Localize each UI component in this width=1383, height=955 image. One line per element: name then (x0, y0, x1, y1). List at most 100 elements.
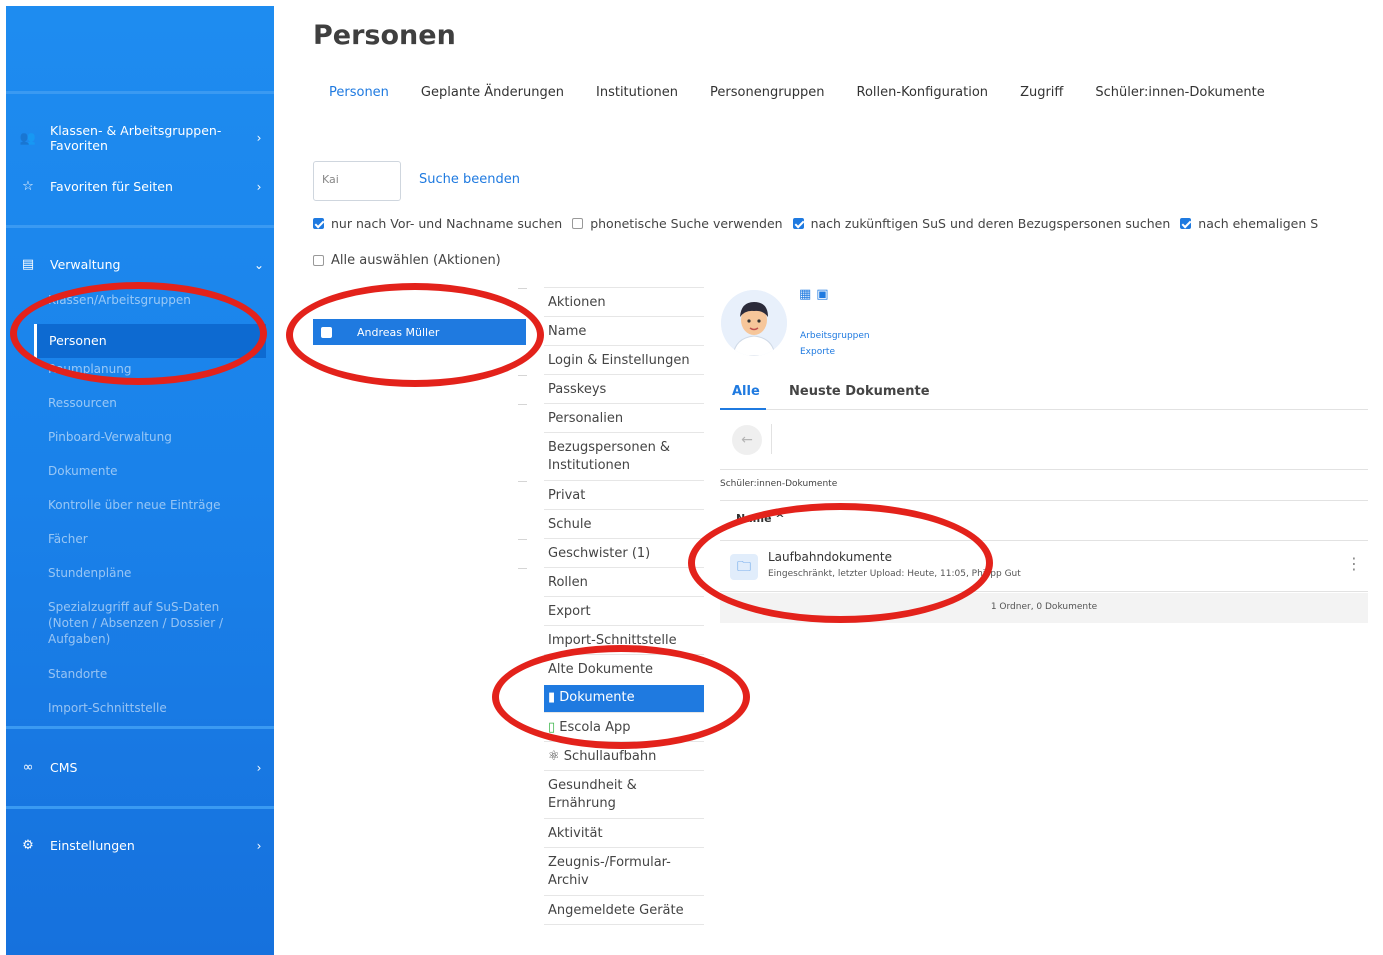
breadcrumb[interactable]: Schüler:innen-Dokumente (720, 479, 837, 489)
sidebar-item-class-favorites[interactable]: 👥 Klassen- & Arbeitsgruppen- Favoriten › (6, 123, 274, 153)
divider (6, 225, 274, 228)
map-icon[interactable]: ▦ (799, 287, 811, 302)
group-icon: 👥 (19, 130, 37, 146)
divider (720, 500, 1368, 501)
divider (518, 375, 527, 376)
annotation-oval-personen (10, 282, 267, 385)
nav-login[interactable]: Login & Einstellungen (544, 345, 704, 374)
avatar (721, 290, 787, 356)
nav-passkeys[interactable]: Passkeys (544, 374, 704, 403)
back-arrow-icon[interactable]: ← (732, 425, 762, 455)
nav-actions[interactable]: Aktionen (544, 287, 704, 316)
option-name-only[interactable]: nur nach Vor- und Nachname suchen (313, 216, 562, 231)
nav-school[interactable]: Schule (544, 509, 704, 538)
sidebar-subitem-timetables[interactable]: Stundenpläne (48, 565, 131, 581)
nav-siblings[interactable]: Geschwister (1) (544, 538, 704, 567)
sidebar-item-label: Einstellungen (50, 838, 135, 853)
select-all-row[interactable]: Alle auswählen (Aktionen) (313, 253, 501, 268)
option-label: nach zukünftigen SuS und deren Bezugsper… (810, 216, 1171, 231)
id-card-icon[interactable]: ▣ (816, 287, 828, 302)
sidebar-logo-area (6, 6, 274, 94)
tab-persons[interactable]: Personen (313, 85, 405, 100)
sidebar-item-label: Verwaltung (50, 257, 121, 272)
divider (6, 726, 274, 729)
nav-private[interactable]: Privat (544, 480, 704, 509)
divider (518, 288, 527, 289)
nav-activity[interactable]: Aktivität (544, 818, 704, 847)
checkbox[interactable] (572, 218, 584, 229)
nav-name[interactable]: Name (544, 316, 704, 345)
tab-all[interactable]: Alle (732, 384, 760, 399)
star-icon: ☆ (22, 179, 34, 194)
tab-student-documents[interactable]: Schüler:innen-Dokumente (1079, 85, 1280, 100)
divider (771, 424, 772, 454)
sidebar-subitem-resources[interactable]: Ressourcen (48, 395, 117, 411)
sidebar-item-page-favorites[interactable]: ☆ Favoriten für Seiten › (6, 179, 274, 194)
sidebar-item-label: Favoriten für Seiten (50, 179, 173, 194)
sidebar-subitem-documents[interactable]: Dokumente (48, 463, 118, 479)
tab-newest-documents[interactable]: Neuste Dokumente (789, 384, 930, 399)
search-input[interactable]: Kai (313, 161, 401, 201)
end-search-link[interactable]: Suche beenden (419, 172, 520, 187)
link-icon: ∞ (22, 760, 34, 775)
nav-contacts[interactable]: Bezugspersonen & Institutionen (544, 432, 704, 480)
nav-personal-data[interactable]: Personalien (544, 403, 704, 432)
checkbox[interactable] (313, 255, 324, 266)
option-label: phonetische Suche verwenden (590, 216, 783, 231)
divider (518, 481, 527, 482)
sidebar: 👥 Klassen- & Arbeitsgruppen- Favoriten ›… (6, 6, 274, 955)
sidebar-subitem-subjects[interactable]: Fächer (48, 531, 88, 547)
checkbox-checked[interactable] (792, 218, 804, 229)
career-icon: ⚛ (548, 749, 560, 764)
nav-certificate-archive[interactable]: Zeugnis-/Formular- Archiv (544, 847, 704, 895)
chevron-right-icon: › (256, 179, 262, 194)
more-options-icon[interactable]: ⋮ (1346, 554, 1362, 573)
sidebar-subitem-pinboard[interactable]: Pinboard-Verwaltung (48, 429, 172, 445)
chevron-right-icon: › (256, 760, 262, 775)
option-phonetic[interactable]: phonetische Suche verwenden (572, 216, 783, 231)
chevron-down-icon: ⌄ (253, 257, 265, 272)
link-exports[interactable]: Exporte (800, 347, 835, 357)
option-label: nur nach Vor- und Nachname suchen (331, 216, 563, 231)
sidebar-subitem-entry-control[interactable]: Kontrolle über neue Einträge (48, 497, 220, 513)
sidebar-item-label: Klassen- & Arbeitsgruppen- Favoriten (50, 123, 222, 153)
checkbox-checked[interactable] (1180, 218, 1192, 229)
tab-access[interactable]: Zugriff (1004, 85, 1079, 100)
divider (518, 568, 527, 569)
option-former[interactable]: nach ehemaligen S (1180, 216, 1318, 231)
document-icon: ▤ (21, 257, 35, 272)
annotation-oval-result (286, 283, 544, 387)
option-future-students[interactable]: nach zukünftigen SuS und deren Bezugsper… (792, 216, 1171, 231)
nav-devices[interactable]: Angemeldete Geräte (544, 895, 704, 925)
tab-role-config[interactable]: Rollen-Konfiguration (841, 85, 1005, 100)
sidebar-subitem-locations[interactable]: Standorte (48, 666, 107, 682)
nav-health[interactable]: Gesundheit & Ernährung (544, 770, 704, 818)
tab-institutions[interactable]: Institutionen (580, 85, 694, 100)
nav-export[interactable]: Export (544, 596, 704, 625)
active-tab-indicator (720, 408, 766, 410)
nav-item-label: Schullaufbahn (563, 749, 657, 764)
page-title: Personen (313, 20, 456, 51)
sidebar-item-admin[interactable]: ▤ Verwaltung ⌄ (6, 257, 274, 272)
document-tabs: Alle Neuste Dokumente (720, 383, 1368, 410)
tab-person-groups[interactable]: Personengruppen (694, 85, 841, 100)
tab-bar: Personen Geplante Änderungen Institution… (313, 85, 1281, 100)
annotation-oval-documents (492, 645, 750, 749)
sidebar-item-settings[interactable]: ⚙ Einstellungen › (6, 838, 274, 853)
chevron-right-icon: › (256, 131, 262, 145)
checkbox-checked[interactable] (313, 218, 324, 229)
link-groups[interactable]: Arbeitsgruppen (800, 331, 870, 341)
option-label: nach ehemaligen S (1198, 216, 1319, 231)
divider (6, 806, 274, 809)
tab-planned-changes[interactable]: Geplante Änderungen (405, 85, 580, 100)
select-all-label: Alle auswählen (Aktionen) (331, 253, 501, 268)
divider (518, 539, 527, 540)
search-options: nur nach Vor- und Nachname suchen phonet… (313, 216, 1328, 231)
sidebar-subitem-special-access[interactable]: Spezialzugriff auf SuS-Daten (Noten / Ab… (48, 599, 248, 647)
chevron-right-icon: › (256, 838, 262, 853)
sidebar-item-cms[interactable]: ∞ CMS › (6, 760, 274, 775)
nav-roles[interactable]: Rollen (544, 567, 704, 596)
divider (720, 469, 1368, 470)
divider (518, 404, 527, 405)
sidebar-subitem-import[interactable]: Import-Schnittstelle (48, 700, 167, 716)
